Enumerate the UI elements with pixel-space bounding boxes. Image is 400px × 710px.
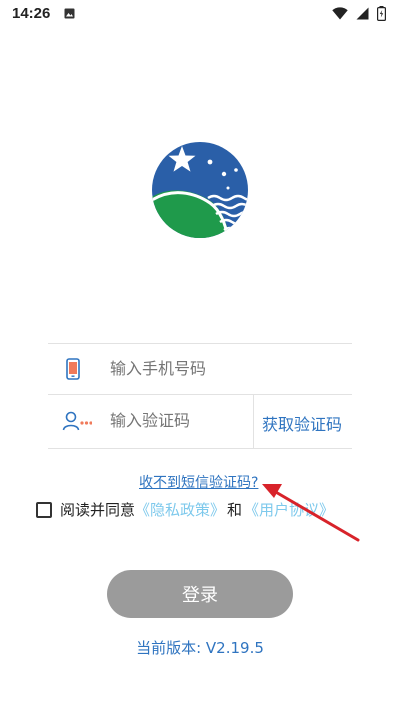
user-agreement-link[interactable]: 《用户协议》	[244, 499, 334, 520]
get-code-button[interactable]: 获取验证码	[262, 411, 342, 435]
and-text: 和	[227, 500, 243, 519]
agree-checkbox[interactable]	[36, 501, 52, 518]
status-icons	[332, 6, 386, 21]
code-divider	[253, 395, 254, 448]
app-logo	[152, 142, 248, 238]
user-code-icon	[62, 411, 92, 431]
battery-icon	[377, 6, 386, 21]
phone-icon	[66, 358, 80, 380]
status-time: 14:26	[12, 5, 51, 22]
no-sms-code-link[interactable]: 收不到短信验证码?	[139, 472, 258, 492]
cellular-signal-icon	[356, 7, 369, 20]
phone-row	[48, 343, 352, 394]
login-button[interactable]: 登录	[107, 570, 293, 618]
login-form: 获取验证码	[48, 343, 352, 449]
agree-text: 阅读并同意	[60, 500, 136, 519]
version-text: 当前版本: V2.19.5	[136, 639, 264, 657]
code-input[interactable]	[110, 411, 240, 430]
agreement-row: 阅读并同意 《隐私政策》 和 《用户协议》	[36, 497, 334, 521]
phone-input[interactable]	[110, 359, 310, 378]
wifi-icon	[332, 7, 348, 20]
privacy-policy-link[interactable]: 《隐私政策》	[135, 499, 225, 520]
status-bar: 14:26	[0, 0, 400, 28]
code-row: 获取验证码	[48, 394, 352, 449]
image-notification-icon	[64, 8, 75, 19]
